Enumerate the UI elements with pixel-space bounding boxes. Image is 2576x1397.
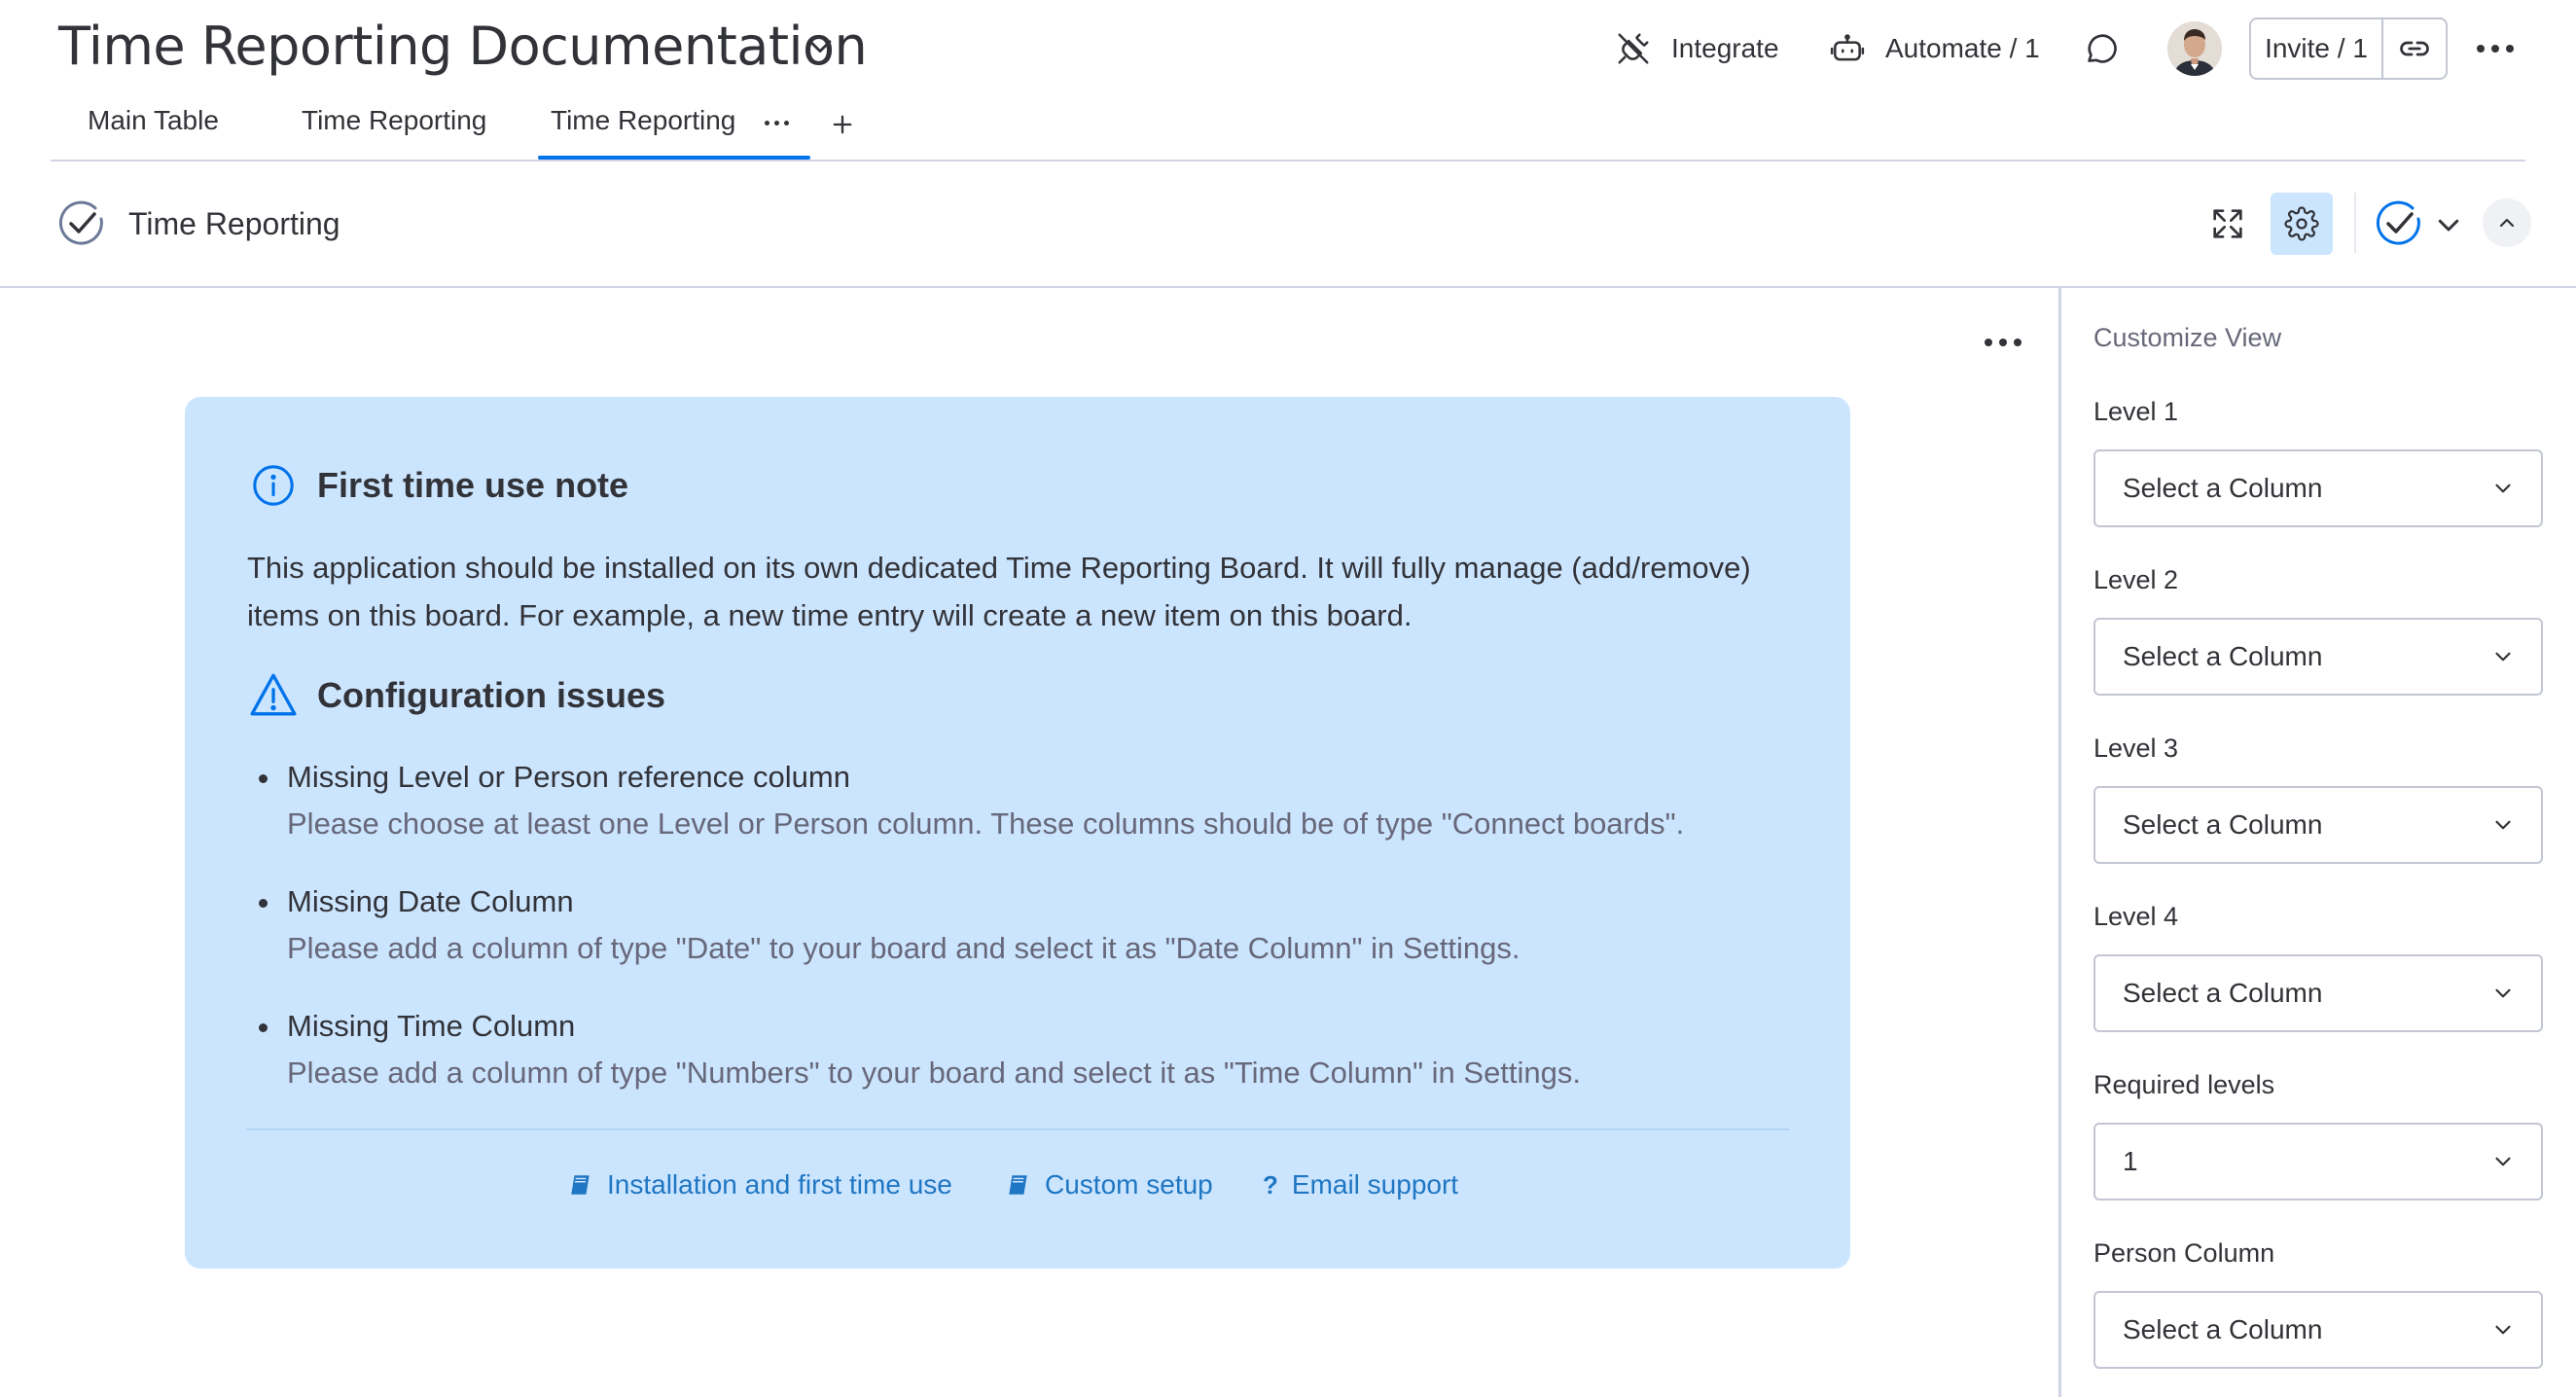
board-title[interactable]: Time Reporting Documentation [58, 16, 868, 77]
chevron-down-icon[interactable] [804, 29, 837, 62]
integrate-icon [1615, 30, 1652, 67]
custom-setup-link[interactable]: Custom setup [1006, 1164, 1213, 1206]
integrate-button[interactable]: Integrate [1615, 25, 1779, 72]
question-icon: ? [1263, 1169, 1278, 1200]
required-levels-select[interactable]: 1 [2093, 1123, 2543, 1200]
tab-time-reporting-active[interactable]: Time Reporting [551, 105, 735, 136]
select-value: Select a Column [2123, 1314, 2323, 1344]
chat-icon[interactable] [2082, 29, 2121, 68]
level-3-label: Level 3 [2093, 734, 2179, 763]
person-column-label: Person Column [2093, 1238, 2275, 1268]
select-value: 1 [2123, 1146, 2138, 1176]
bullet [259, 774, 268, 783]
info-icon [251, 463, 296, 508]
chevron-up-icon [2495, 211, 2519, 234]
book-icon [568, 1172, 593, 1198]
email-support-link[interactable]: ? Email support [1263, 1164, 1458, 1206]
config-heading: Configuration issues [317, 675, 666, 715]
active-tab-indicator [538, 156, 810, 160]
chevron-down-icon [2490, 812, 2516, 838]
avatar[interactable] [2167, 21, 2222, 76]
level-4-label: Level 4 [2093, 902, 2179, 931]
view-title: Time Reporting [128, 206, 340, 241]
time-reporting-app-icon [56, 198, 107, 249]
select-value: Select a Column [2123, 809, 2323, 840]
note-heading: First time use note [317, 465, 629, 505]
person-column-select[interactable]: Select a Column [2093, 1291, 2543, 1369]
email-support-link-label: Email support [1291, 1169, 1459, 1200]
select-value: Select a Column [2123, 978, 2323, 1008]
panel-divider [2058, 288, 2061, 1397]
issue-title: Missing Time Column [287, 1009, 576, 1043]
installation-link-label: Installation and first time use [607, 1169, 952, 1200]
customize-view-title: Customize View [2093, 323, 2282, 352]
fullscreen-icon[interactable] [2208, 204, 2247, 243]
issue-description: Please add a column of type "Numbers" to… [287, 1056, 1582, 1090]
warning-icon [249, 671, 298, 718]
view-divider [0, 286, 2576, 288]
issue-description: Please choose at least one Level or Pers… [287, 806, 1685, 841]
tab-time-reporting[interactable]: Time Reporting [302, 105, 486, 136]
toolbar-separator [2354, 193, 2356, 253]
level-3-select[interactable]: Select a Column [2093, 786, 2543, 864]
add-view-icon[interactable] [829, 111, 856, 138]
note-body: This application should be installed on … [247, 551, 1751, 632]
app-switcher-icon[interactable] [2374, 198, 2424, 249]
bullet [259, 899, 268, 908]
level-1-label: Level 1 [2093, 397, 2179, 426]
level-2-label: Level 2 [2093, 565, 2179, 594]
invite-group: Invite / 1 [2249, 18, 2448, 80]
custom-setup-link-label: Custom setup [1045, 1169, 1213, 1200]
issue-title: Missing Level or Person reference column [287, 760, 850, 794]
tab-options-icon[interactable] [765, 121, 789, 125]
chevron-down-icon [2490, 644, 2516, 669]
settings-button[interactable] [2271, 193, 2333, 255]
select-value: Select a Column [2123, 473, 2323, 503]
invite-button[interactable]: Invite / 1 [2251, 19, 2383, 78]
robot-icon [1829, 30, 1866, 67]
copy-link-button[interactable] [2383, 19, 2446, 78]
collapse-button[interactable] [2483, 198, 2531, 247]
card-divider [246, 1128, 1789, 1130]
level-4-select[interactable]: Select a Column [2093, 954, 2543, 1032]
installation-link[interactable]: Installation and first time use [568, 1164, 952, 1206]
chevron-down-icon[interactable] [2434, 210, 2463, 239]
link-icon [2397, 31, 2432, 66]
chevron-down-icon [2490, 476, 2516, 501]
issue-title: Missing Date Column [287, 884, 574, 918]
tabs-divider [51, 160, 2525, 161]
level-1-select[interactable]: Select a Column [2093, 449, 2543, 527]
tab-main-table[interactable]: Main Table [88, 105, 219, 136]
chevron-down-icon [2490, 981, 2516, 1006]
chevron-down-icon [2490, 1149, 2516, 1174]
issue-description: Please add a column of type "Date" to yo… [287, 931, 1521, 965]
gear-icon [2284, 206, 2319, 241]
more-options-icon[interactable] [2477, 45, 2514, 53]
integrate-label: Integrate [1671, 33, 1779, 63]
level-2-select[interactable]: Select a Column [2093, 618, 2543, 696]
select-value: Select a Column [2123, 641, 2323, 671]
book-icon [1006, 1172, 1031, 1198]
automate-label: Automate / 1 [1885, 33, 2040, 63]
content-options-icon[interactable] [1985, 339, 2021, 346]
bullet [259, 1023, 268, 1032]
automate-button[interactable]: Automate / 1 [1829, 25, 2040, 72]
chevron-down-icon [2490, 1317, 2516, 1343]
required-levels-label: Required levels [2093, 1070, 2275, 1099]
